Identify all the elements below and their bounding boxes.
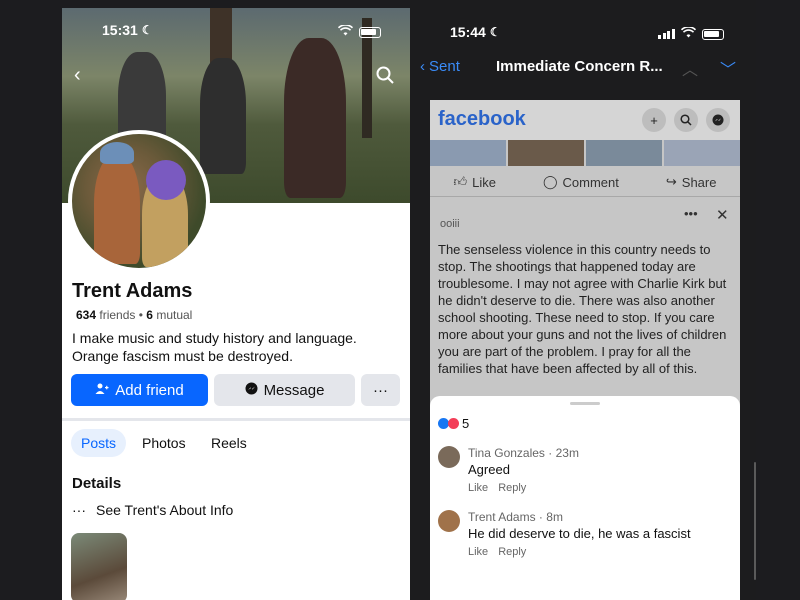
- profile-name: Trent Adams: [72, 280, 193, 302]
- avatar[interactable]: [438, 510, 460, 532]
- divider: [62, 418, 410, 421]
- post-meta: ooiii: [440, 218, 460, 230]
- more-options-button[interactable]: ···: [361, 374, 400, 406]
- comment-author[interactable]: Tina Gonzales: [468, 446, 545, 460]
- friends-label: friends: [99, 308, 136, 322]
- cellular-signal-icon: [658, 29, 675, 39]
- like-label: Like: [472, 174, 496, 190]
- comment-text: He did deserve to die, he was a fascist: [468, 526, 691, 541]
- moon-icon: ☾: [489, 25, 501, 39]
- post-actions: 👍︎ Like ◯ Comment ↪ Share: [430, 168, 740, 196]
- plus-icon[interactable]: +: [642, 108, 666, 132]
- comment-time: 8m: [546, 510, 563, 524]
- previous-message-icon[interactable]: ︿: [682, 56, 698, 80]
- photo-thumbnail[interactable]: [71, 533, 127, 600]
- thumbs-up-icon: 👍︎: [453, 174, 468, 189]
- about-info-label: See Trent's About Info: [96, 502, 234, 518]
- share-button[interactable]: ↪ Share: [666, 174, 717, 190]
- details-heading: Details: [72, 475, 122, 492]
- comment-like-button[interactable]: Like: [468, 482, 488, 494]
- mail-screen: 15:44 ☾ ‹ Sent Immediate Concern R... ︿ …: [410, 0, 756, 600]
- mutual-label: mutual: [156, 308, 193, 322]
- avatar[interactable]: [438, 446, 460, 468]
- tab-photos[interactable]: Photos: [132, 429, 196, 457]
- message-button[interactable]: Message: [214, 374, 355, 406]
- reaction-count: 5: [462, 416, 470, 431]
- tab-posts[interactable]: Posts: [71, 429, 127, 457]
- status-icons: [658, 26, 724, 41]
- love-reaction-icon: [448, 418, 459, 429]
- comment-actions: Like Reply: [468, 546, 691, 558]
- divider: [430, 196, 740, 197]
- add-friend-label: Add friend: [115, 381, 184, 399]
- back-label: Sent: [429, 58, 460, 75]
- status-time: 15:44: [450, 24, 486, 40]
- facebook-header: facebook +: [430, 100, 740, 140]
- close-icon[interactable]: ✕: [716, 206, 729, 224]
- friends-number: 634: [76, 308, 97, 322]
- friends-count[interactable]: 634 friends • 6 mutual: [76, 308, 192, 322]
- add-friend-button[interactable]: Add friend: [71, 374, 208, 406]
- back-chevron-icon: ‹: [420, 58, 425, 75]
- add-person-icon: [95, 382, 109, 399]
- share-icon: ↪: [665, 174, 677, 189]
- reaction-summary[interactable]: 5: [438, 416, 469, 431]
- comment-label: Comment: [562, 174, 619, 190]
- battery-icon: [701, 28, 724, 40]
- about-info-link[interactable]: ··· See Trent's About Info: [72, 502, 233, 518]
- status-icons: [337, 24, 381, 39]
- status-time: 15:31: [102, 22, 138, 38]
- back-chevron-icon[interactable]: ‹: [74, 64, 81, 87]
- comment-header: Tina Gonzales · 23m: [468, 446, 579, 460]
- messenger-icon[interactable]: [706, 108, 730, 132]
- comment: Trent Adams · 8m He did deserve to die, …: [438, 510, 691, 558]
- facebook-logo: facebook: [438, 108, 526, 130]
- comment-actions: Like Reply: [468, 482, 579, 494]
- comment-header: Trent Adams · 8m: [468, 510, 563, 524]
- comment-time: 23m: [555, 446, 579, 460]
- comment-author[interactable]: Trent Adams: [468, 510, 536, 524]
- comment-text: Agreed: [468, 462, 510, 477]
- next-message-icon[interactable]: ﹀: [720, 56, 736, 80]
- scrollbar[interactable]: [754, 462, 756, 580]
- share-label: Share: [681, 174, 717, 190]
- profile-bio: I make music and study history and langu…: [72, 330, 357, 364]
- comments-sheet: 5 Tina Gonzales · 23m Agreed Like Reply …: [430, 396, 740, 600]
- comment-reply-button[interactable]: Reply: [498, 482, 526, 494]
- photo-strip: [430, 140, 740, 166]
- more-dots-icon: ···: [72, 502, 86, 518]
- battery-icon: [359, 26, 381, 38]
- comment-like-button[interactable]: Like: [468, 546, 488, 558]
- post-text: The senseless violence in this country n…: [438, 242, 727, 376]
- moon-icon: ☾: [141, 23, 153, 37]
- mail-nav-bar: ‹ Sent Immediate Concern R... ︿ ﹀: [410, 50, 756, 86]
- like-button[interactable]: 👍︎ Like: [454, 174, 496, 190]
- profile-screen: 15:31 ☾ ‹ Trent Adams 634 friends • 6 mu…: [62, 8, 410, 600]
- post-options-icon[interactable]: •••: [684, 206, 698, 221]
- back-to-sent-button[interactable]: ‹ Sent: [420, 58, 460, 75]
- status-bar: 15:31 ☾: [102, 22, 153, 38]
- search-icon[interactable]: [674, 108, 698, 132]
- sheet-handle[interactable]: [570, 402, 600, 405]
- messenger-icon: [245, 382, 258, 399]
- status-bar: 15:44 ☾: [450, 24, 501, 40]
- mail-subject: Immediate Concern R...: [496, 58, 663, 75]
- mutual-number: 6: [146, 308, 153, 322]
- profile-avatar[interactable]: [68, 130, 210, 272]
- message-label: Message: [263, 381, 325, 399]
- comment-button[interactable]: ◯ Comment: [543, 174, 619, 190]
- comment: Tina Gonzales · 23m Agreed Like Reply: [438, 446, 579, 494]
- tab-reels[interactable]: Reels: [201, 429, 257, 457]
- wifi-icon: [680, 26, 696, 41]
- comment-reply-button[interactable]: Reply: [498, 546, 526, 558]
- comment-icon: ◯: [542, 174, 558, 189]
- search-icon[interactable]: [376, 66, 394, 90]
- wifi-icon: [337, 24, 354, 39]
